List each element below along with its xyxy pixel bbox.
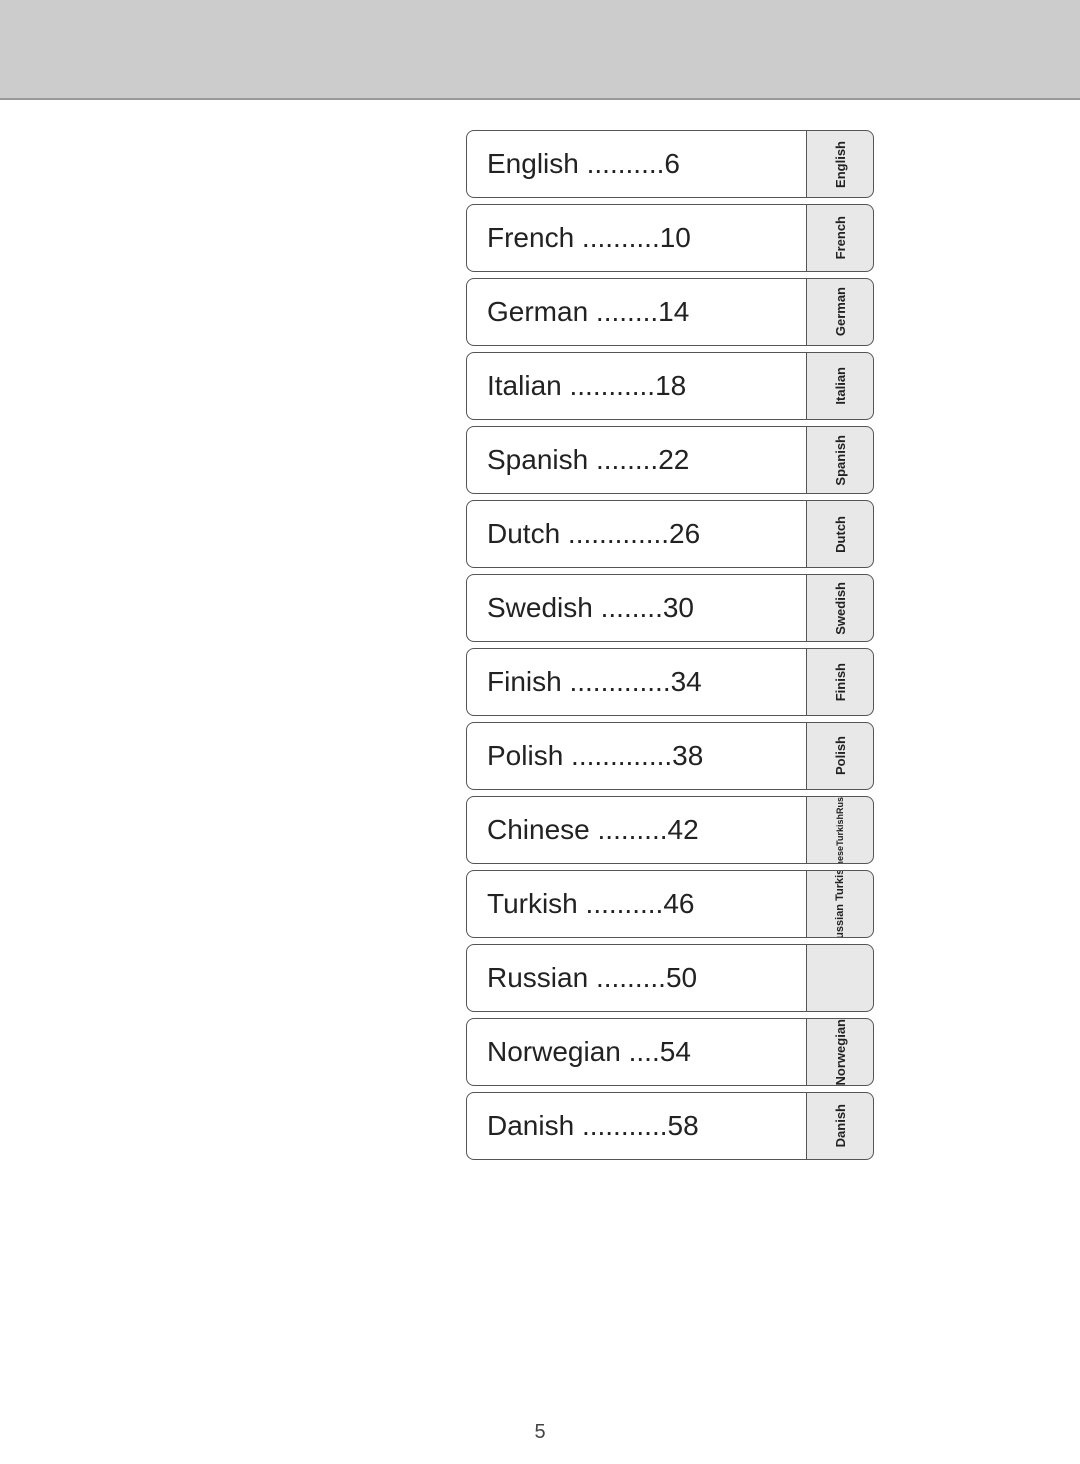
toc-tab-french[interactable]: French	[806, 204, 874, 272]
toc-main-norwegian[interactable]: Norwegian ....54	[466, 1018, 806, 1086]
toc-label-russian: Russian .........50	[487, 962, 697, 994]
toc-tab-text-finish: Finish	[833, 663, 848, 701]
content-area: English ..........6 English French .....…	[0, 120, 1080, 1404]
toc-tab-polish[interactable]: Polish	[806, 722, 874, 790]
toc-tab-danish[interactable]: Danish	[806, 1092, 874, 1160]
toc-tab-dutch[interactable]: Dutch	[806, 500, 874, 568]
toc-label-danish: Danish ...........58	[487, 1110, 699, 1142]
toc-tab-text-polish: Polish	[833, 736, 848, 775]
toc-main-spanish[interactable]: Spanish ........22	[466, 426, 806, 494]
toc-label-italian: Italian ...........18	[487, 370, 686, 402]
toc-main-german[interactable]: German ........14	[466, 278, 806, 346]
toc-label-finish: Finish .............34	[487, 666, 702, 698]
toc-main-french[interactable]: French ..........10	[466, 204, 806, 272]
toc-tab-text-danish: Danish	[833, 1104, 848, 1147]
toc-tab-text-dutch: Dutch	[833, 516, 848, 553]
toc-row: Finish .............34 Finish	[466, 648, 874, 716]
toc-tab-swedish[interactable]: Swedish	[806, 574, 874, 642]
toc-tab-text-turkish: Russian Turkish	[834, 870, 846, 938]
toc-tab-text-french: French	[833, 216, 848, 259]
toc-tab-text-swedish: Swedish	[833, 582, 848, 635]
toc-main-turkish[interactable]: Turkish ..........46	[466, 870, 806, 938]
toc-row: Dutch .............26 Dutch	[466, 500, 874, 568]
toc-row: Polish .............38 Polish	[466, 722, 874, 790]
toc-main-chinese[interactable]: Chinese .........42	[466, 796, 806, 864]
toc-label-swedish: Swedish ........30	[487, 592, 694, 624]
toc-tab-multi-chinese: Russian Turkish Chinese	[835, 796, 845, 864]
toc-row: Spanish ........22 Spanish	[466, 426, 874, 494]
toc-label-german: German ........14	[487, 296, 689, 328]
toc-tab-german[interactable]: German	[806, 278, 874, 346]
toc-row: French ..........10 French	[466, 204, 874, 272]
toc-main-english[interactable]: English ..........6	[466, 130, 806, 198]
toc-tab-text-russian2: Russian	[835, 796, 845, 814]
toc-tab-text-german: German	[833, 287, 848, 336]
toc-main-swedish[interactable]: Swedish ........30	[466, 574, 806, 642]
toc-row: Italian ...........18 Italian	[466, 352, 874, 420]
toc-tab-text-norwegian: Norwegian	[833, 1019, 848, 1085]
toc-label-norwegian: Norwegian ....54	[487, 1036, 691, 1068]
toc-tab-text-italian: Italian	[833, 367, 848, 405]
toc-label-french: French ..........10	[487, 222, 691, 254]
toc-main-polish[interactable]: Polish .............38	[466, 722, 806, 790]
toc-main-danish[interactable]: Danish ...........58	[466, 1092, 806, 1160]
toc-row: German ........14 German	[466, 278, 874, 346]
toc-tab-russian[interactable]: R	[806, 944, 874, 1012]
toc-label-polish: Polish .............38	[487, 740, 703, 772]
toc-label-spanish: Spanish ........22	[487, 444, 689, 476]
toc-tab-norwegian[interactable]: Norwegian	[806, 1018, 874, 1086]
toc-main-dutch[interactable]: Dutch .............26	[466, 500, 806, 568]
toc-label-turkish: Turkish ..........46	[487, 888, 694, 920]
toc-main-russian[interactable]: Russian .........50	[466, 944, 806, 1012]
toc-tab-text-chinese2: Chinese	[835, 846, 845, 864]
toc-row: Swedish ........30 Swedish	[466, 574, 874, 642]
toc-tab-italian[interactable]: Italian	[806, 352, 874, 420]
toc-main-italian[interactable]: Italian ...........18	[466, 352, 806, 420]
toc-label-chinese: Chinese .........42	[487, 814, 699, 846]
toc-container: English ..........6 English French .....…	[466, 130, 874, 1160]
toc-tab-text-spanish: Spanish	[833, 435, 848, 486]
toc-tab-spanish[interactable]: Spanish	[806, 426, 874, 494]
page-number: 5	[534, 1421, 545, 1444]
toc-main-finish[interactable]: Finish .............34	[466, 648, 806, 716]
toc-row: Russian .........50 R	[466, 944, 874, 1012]
toc-tab-chinese[interactable]: Russian Turkish Chinese	[806, 796, 874, 864]
toc-row: Norwegian ....54 Norwegian	[466, 1018, 874, 1086]
toc-tab-english[interactable]: English	[806, 130, 874, 198]
toc-tab-turkish[interactable]: Russian Turkish	[806, 870, 874, 938]
toc-tab-text-english: English	[833, 141, 848, 188]
toc-tab-text-turkish2: Turkish	[835, 814, 845, 846]
toc-label-english: English ..........6	[487, 148, 680, 180]
toc-row: Chinese .........42 Russian Turkish Chin…	[466, 796, 874, 864]
toc-row: Turkish ..........46 Russian Turkish	[466, 870, 874, 938]
toc-label-dutch: Dutch .............26	[487, 518, 700, 550]
toc-row: Danish ...........58 Danish	[466, 1092, 874, 1160]
header-bar	[0, 0, 1080, 100]
toc-tab-finish[interactable]: Finish	[806, 648, 874, 716]
toc-row: English ..........6 English	[466, 130, 874, 198]
